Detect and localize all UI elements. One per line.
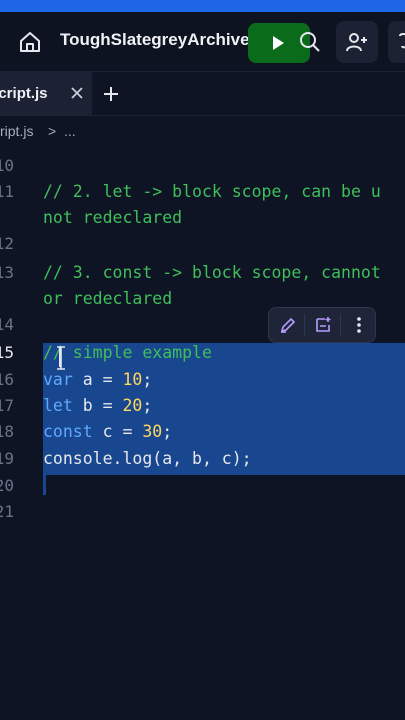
toolbar-divider xyxy=(340,314,341,336)
toolbar-divider xyxy=(304,314,305,336)
line-number: 21 xyxy=(0,502,14,521)
line-number: 20 xyxy=(0,476,14,495)
selection-toolbar xyxy=(268,307,376,343)
code-line[interactable]: 18 const c = 30; xyxy=(0,419,405,445)
more-button[interactable] xyxy=(388,21,405,63)
breadcrumb-more[interactable]: ... xyxy=(64,123,76,139)
code-text: // simple example xyxy=(43,343,212,362)
code-line[interactable]: 10 xyxy=(0,153,405,179)
more-icon xyxy=(399,32,405,49)
line-number: 12 xyxy=(0,234,14,253)
edit-ai-icon[interactable] xyxy=(278,315,298,335)
add-user-icon xyxy=(346,33,367,52)
code-line[interactable]: 16 var a = 10; xyxy=(0,367,405,393)
line-number: 10 xyxy=(0,156,14,175)
ibeam-cursor-icon xyxy=(57,346,65,370)
code-text: not redeclared xyxy=(43,208,183,227)
breadcrumb-separator: > xyxy=(48,123,57,139)
code-line[interactable]: 17 let b = 20; xyxy=(0,393,405,419)
line-number: 19 xyxy=(0,449,14,468)
breadcrumb: script.js > ... xyxy=(0,116,405,148)
more-vertical-icon[interactable] xyxy=(349,315,369,335)
code-text: console.log(a, b, c); xyxy=(43,449,252,468)
code-line[interactable]: 20 xyxy=(0,473,405,499)
code-line[interactable]: 11 // 2. let -> block scope, can be u xyxy=(0,179,405,205)
close-icon[interactable] xyxy=(70,86,84,100)
tab-script-js[interactable]: script.js xyxy=(0,72,92,116)
tab-label: script.js xyxy=(0,85,48,102)
code-line[interactable]: 21 xyxy=(0,499,405,525)
line-number: 16 xyxy=(0,370,14,389)
code-line[interactable]: 12 xyxy=(0,231,405,257)
code-line[interactable]: 19 console.log(a, b, c); xyxy=(0,446,405,472)
code-line[interactable]: 13 // 3. const -> block scope, cannot xyxy=(0,260,405,286)
invite-button[interactable] xyxy=(336,21,378,63)
line-number: 17 xyxy=(0,396,14,415)
line-number: 13 xyxy=(0,263,14,282)
code-text: let b = 20; xyxy=(43,396,153,415)
play-icon xyxy=(273,36,284,50)
search-icon[interactable] xyxy=(299,31,321,53)
new-tab-icon[interactable] xyxy=(103,86,119,102)
breadcrumb-file[interactable]: script.js xyxy=(0,123,33,139)
code-text: var a = 10; xyxy=(43,370,153,389)
line-number: 11 xyxy=(0,182,14,201)
top-bar: ToughSlategreyArchives xyxy=(0,12,405,72)
line-number: 14 xyxy=(0,315,14,334)
line-number-active: 15 xyxy=(0,343,14,362)
top-accent-bar xyxy=(0,0,405,12)
code-text: const c = 30; xyxy=(43,422,173,441)
code-editor[interactable]: 10 11 // 2. let -> block scope, can be u… xyxy=(0,150,405,720)
explain-icon[interactable] xyxy=(313,315,333,335)
home-icon[interactable] xyxy=(18,30,42,54)
tab-bar: script.js xyxy=(0,72,405,116)
code-text: // 2. let -> block scope, can be u xyxy=(43,182,381,201)
line-number: 18 xyxy=(0,422,14,441)
code-text: // 3. const -> block scope, cannot xyxy=(43,263,381,282)
repl-name[interactable]: ToughSlategreyArchives xyxy=(60,30,259,50)
code-text: or redeclared xyxy=(43,289,173,308)
code-line-wrap[interactable]: not redeclared xyxy=(0,205,405,231)
